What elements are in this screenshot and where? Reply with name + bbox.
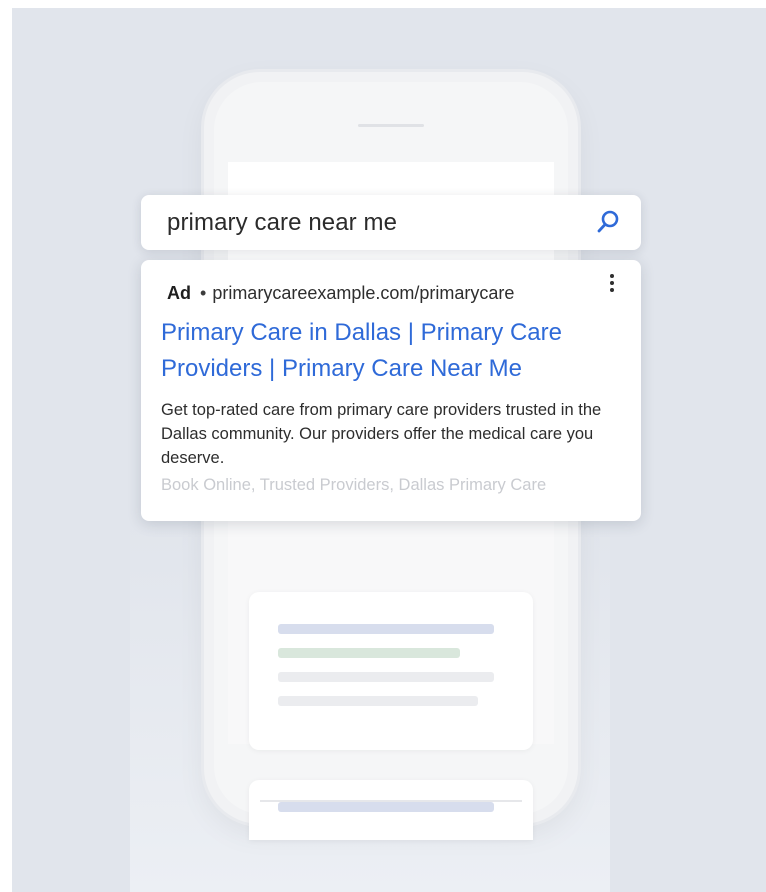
more-vertical-icon[interactable]: [607, 274, 617, 294]
placeholder-text-line: [278, 696, 478, 706]
search-bar[interactable]: primary care near me: [141, 195, 641, 250]
placeholder-title-line: [278, 802, 494, 812]
placeholder-url-line: [278, 648, 460, 658]
ad-badge: Ad: [167, 283, 191, 303]
ad-sitelink-extensions[interactable]: Book Online, Trusted Providers, Dallas P…: [161, 476, 546, 495]
phone-speaker: [358, 124, 424, 127]
placeholder-result-card: [249, 780, 533, 840]
placeholder-result-card: [249, 592, 533, 750]
placeholder-title-line: [278, 624, 494, 634]
search-ad-result: Ad • primarycareexample.com/primarycare Pr…: [141, 260, 641, 521]
ad-header: Ad • primarycareexample.com/primarycare: [167, 283, 514, 304]
search-icon[interactable]: [595, 209, 621, 235]
ad-description: Get top-rated care from primary care pro…: [161, 401, 602, 467]
ad-headline-link[interactable]: Primary Care in Dallas | Primary Care Pr…: [161, 315, 631, 387]
search-query-text[interactable]: primary care near me: [167, 209, 397, 237]
phone-home-indicator: [260, 800, 522, 802]
ad-separator: •: [200, 283, 207, 303]
placeholder-text-line: [278, 672, 494, 682]
ad-display-url[interactable]: primarycareexample.com/primarycare: [212, 283, 514, 303]
